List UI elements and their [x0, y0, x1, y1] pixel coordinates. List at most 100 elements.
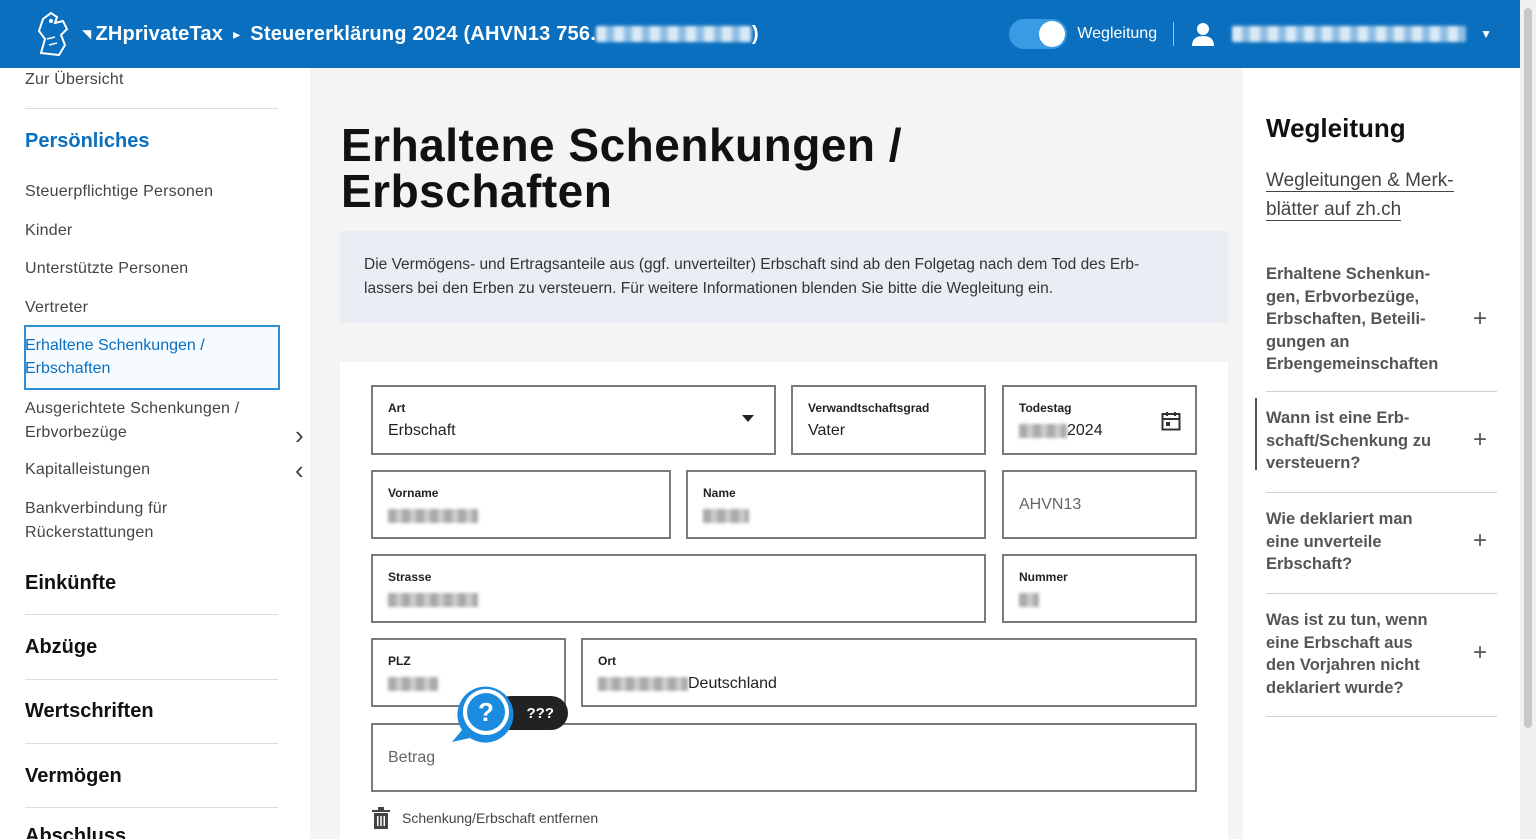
vorname-label: Vorname [388, 486, 439, 500]
name-label: Name [703, 486, 736, 500]
blurred-day-month [1019, 423, 1067, 438]
art-value: Erbschaft [388, 422, 456, 439]
strasse-field[interactable]: Strasse [371, 554, 986, 623]
accordion-focus-marker [1255, 398, 1257, 470]
vorname-field[interactable]: Vorname [371, 470, 671, 539]
verwandtschaft-label: Verwandtschaftsgrad [808, 401, 930, 415]
blurred-user-name[interactable] [1232, 26, 1467, 42]
blurred-name [703, 508, 749, 523]
sidebar-item-kapitalleistungen[interactable]: Kapitalleistungen [25, 458, 150, 482]
wegleitung-external-link[interactable]: Wegleitungen & Merk- blätter auf zh.ch [1266, 166, 1486, 224]
help-question-icon[interactable]: ? [448, 682, 518, 750]
svg-text:?: ? [478, 697, 494, 727]
info-text: lassers bei den Erben zu versteuern. Für… [364, 280, 1054, 297]
todestag-date-field[interactable]: Todestag 2024 [1002, 385, 1197, 455]
nummer-label: Nummer [1019, 570, 1068, 584]
accordion-item-was[interactable]: Was ist zu tun, wenn eine Erbschaft aus … [1266, 594, 1497, 717]
sidebar-item-label: Bankverbindung für [25, 500, 168, 517]
user-icon[interactable] [1192, 22, 1215, 46]
verwandtschaftsgrad-field[interactable]: Verwandtschaftsgrad Vater [791, 385, 986, 455]
nummer-field[interactable]: Nummer [1002, 554, 1197, 623]
sidebar-item-label: Ausgerichtete Schenkungen / [25, 400, 240, 417]
plus-icon[interactable]: + [1473, 426, 1487, 454]
sidebar-item-unterstuetzte[interactable]: Unterstützte Personen [25, 257, 188, 281]
sidebar-item-ausgerichtete[interactable]: Ausgerichtete Schenkungen / Erbvorbezüge [25, 397, 239, 445]
page-scrollbar[interactable] [1520, 0, 1536, 839]
help-pill-text: ??? [526, 704, 555, 722]
art-select[interactable]: Art Erbschaft [371, 385, 776, 455]
scrollbar-thumb[interactable] [1524, 8, 1532, 728]
name-field[interactable]: Name [686, 470, 986, 539]
sidebar-item-erhaltene-label[interactable]: Erhaltene Schenkungen / Erbschaften [25, 334, 205, 380]
link-text: blätter auf zh.ch [1266, 199, 1402, 221]
left-navigation: Zur Übersicht Persönliches Steuerpflicht… [0, 68, 310, 839]
sidebar-item-steuerpflichtige[interactable]: Steuerpflichtige Personen [25, 180, 213, 204]
caret-down-icon[interactable] [742, 415, 754, 422]
page-title-line: Erhaltene Schenkungen / [341, 119, 903, 171]
nav-section-einkuenfte[interactable]: Einkünfte [25, 572, 116, 595]
ahvn13-field[interactable]: AHVN13 [1002, 470, 1197, 539]
blurred-ort [598, 676, 688, 691]
calendar-icon[interactable] [1161, 411, 1181, 431]
ort-country: Deutschland [688, 675, 777, 692]
betrag-placeholder: Betrag [388, 748, 436, 766]
nav-section-wertschriften[interactable]: Wertschriften [25, 700, 154, 723]
todestag-value: 2024 [1019, 422, 1103, 440]
accordion-item-erhaltene[interactable]: Erhaltene Schenkun- gen, Erbvorbezüge, E… [1266, 260, 1497, 392]
accordion-item-wie[interactable]: Wie deklariert man eine unverteile Erbsc… [1266, 493, 1497, 594]
plus-icon[interactable]: + [1473, 305, 1487, 333]
strasse-value [388, 591, 478, 609]
back-to-overview-link[interactable]: Zur Übersicht [25, 68, 124, 92]
sidebar-item-bankverbindung[interactable]: Bankverbindung für Rückerstattungen [25, 497, 167, 545]
page-title-line: Erbschaften [341, 165, 613, 217]
accordion-label: Wann ist eine Erb- schaft/Schenkung zu v… [1266, 409, 1432, 472]
art-label: Art [388, 401, 406, 415]
ort-field[interactable]: Ort Deutschland [581, 638, 1197, 707]
breadcrumb-app-name[interactable]: ZHprivateTax [95, 23, 223, 46]
nav-divider [25, 679, 278, 680]
sidebar-item-vertreter[interactable]: Vertreter [25, 296, 88, 320]
blurred-vorname [388, 508, 478, 523]
blurred-nummer [1019, 592, 1039, 607]
ort-value: Deutschland [598, 675, 777, 693]
nav-section-abschluss[interactable]: Abschluss [25, 825, 126, 839]
chevron-right-icon[interactable]: › [295, 420, 304, 451]
wegleitung-title: Wegleitung [1266, 113, 1406, 143]
breadcrumb-title: Steuererklärung 2024 (AHVN13 756. [250, 22, 596, 45]
nav-section-vermoegen[interactable]: Vermögen [25, 765, 122, 788]
blurred-ahv-number [595, 26, 752, 42]
nav-section-abzuege[interactable]: Abzüge [25, 636, 97, 659]
breadcrumb: ◥ ZHprivateTax ▸ Steuererklärung 2024 (A… [82, 23, 759, 46]
blurred-plz [388, 676, 438, 691]
remove-schenkung-button[interactable]: Schenkung/Erbschaft entfernen [372, 807, 598, 829]
accordion-label: Wie deklariert man eine unverteile Erbsc… [1266, 510, 1413, 573]
link-text: Wegleitungen & Merk- [1266, 170, 1454, 192]
info-text: Die Vermögens- und Ertragsanteile aus (g… [364, 256, 1140, 273]
plus-icon[interactable]: + [1473, 639, 1487, 667]
app-header: ◥ ZHprivateTax ▸ Steuererklärung 2024 (A… [0, 0, 1520, 68]
chevron-left-icon[interactable]: ‹ [295, 455, 304, 486]
nav-section-personal[interactable]: Persönliches [25, 130, 150, 153]
wegleitung-toggle-label[interactable]: Wegleitung [1077, 25, 1157, 43]
wegleitung-toggle[interactable] [1009, 19, 1068, 49]
accordion-item-wann[interactable]: Wann ist eine Erb- schaft/Schenkung zu v… [1255, 392, 1497, 493]
trash-icon [372, 807, 390, 829]
info-box: Die Vermögens- und Ertragsanteile aus (g… [340, 231, 1228, 323]
nav-divider [25, 108, 278, 109]
ort-label: Ort [598, 654, 616, 668]
strasse-label: Strasse [388, 570, 432, 584]
zurich-lion-logo-icon[interactable] [30, 8, 76, 60]
nav-divider [25, 743, 278, 744]
sidebar-item-kinder[interactable]: Kinder [25, 219, 72, 243]
page-title: Erhaltene Schenkungen / Erbschaften [341, 122, 902, 214]
todestag-year: 2024 [1067, 422, 1103, 439]
nav-divider [25, 614, 278, 615]
chevron-down-icon[interactable]: ▼ [1480, 27, 1492, 41]
verwandtschaft-value: Vater [808, 422, 846, 439]
sidebar-item-label: Rückerstattungen [25, 524, 154, 541]
nummer-value [1019, 591, 1039, 609]
sidebar-item-label: Erbvorbezüge [25, 424, 128, 441]
plz-label: PLZ [388, 654, 411, 668]
plus-icon[interactable]: + [1473, 527, 1487, 555]
back-arrow-icon[interactable]: ◥ [82, 27, 91, 41]
